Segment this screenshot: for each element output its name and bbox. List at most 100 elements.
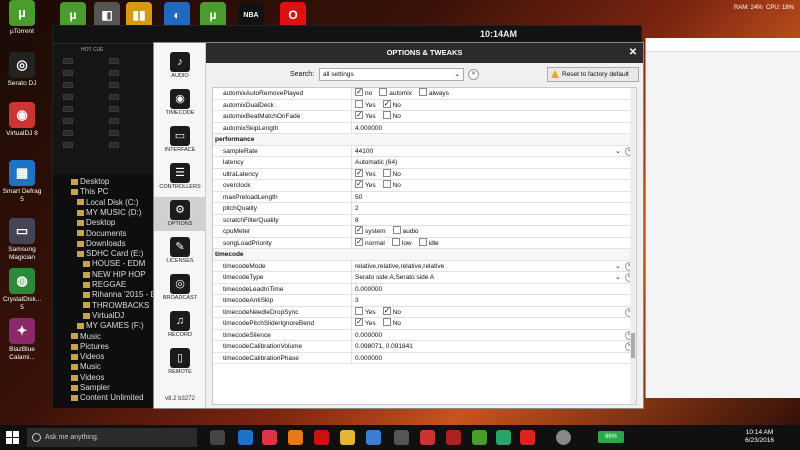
setting-value[interactable]: Serato side A,Serato side A	[355, 272, 434, 283]
checkbox[interactable]	[379, 88, 388, 96]
folder-item[interactable]: Content Unlimited	[71, 392, 144, 403]
hot-cue-pad[interactable]	[63, 142, 73, 148]
setting-value[interactable]: Automatic (64)	[355, 157, 397, 168]
sidebar-item-remote[interactable]: ▯ REMOTE	[154, 345, 206, 379]
setting-row[interactable]: scratchFilterQuality 8	[213, 214, 636, 226]
desktop-icon[interactable]: ◍ CrystalDisk... 5	[2, 268, 42, 312]
setting-row[interactable]: timecodeMode relative,relative,relative,r…	[213, 260, 636, 272]
desktop-icon[interactable]: ▭ Samsung Magician	[2, 218, 42, 262]
setting-row[interactable]: timecodeType Serato side A,Serato side A ⌄…	[213, 272, 636, 284]
sidebar-item-licenses[interactable]: ✎ LICENSES	[154, 234, 206, 268]
reset-factory-button[interactable]: Reset to factory default	[547, 67, 639, 82]
setting-row[interactable]: overclock Yes No	[213, 178, 636, 192]
setting-value[interactable]: 3	[355, 295, 359, 306]
firefox-icon[interactable]	[288, 430, 303, 445]
settings-scrollbar[interactable]	[630, 88, 636, 404]
sidebar-item-interface[interactable]: ▭ INTERFACE	[154, 123, 206, 157]
scroll-thumb[interactable]	[631, 333, 635, 358]
chevron-down-icon[interactable]: ⌄	[615, 272, 621, 283]
hot-cue-pad[interactable]	[63, 106, 73, 112]
cortana-search[interactable]: Ask me anything.	[27, 428, 197, 447]
checkbox[interactable]	[355, 99, 363, 108]
setting-value[interactable]: 50	[355, 192, 362, 203]
setting-row[interactable]: sampleRate44100⌄✕	[213, 145, 636, 157]
sidebar-item-options[interactable]: ⚙ OPTIONS	[154, 197, 206, 231]
setting-value[interactable]: 8	[355, 215, 359, 226]
setting-row[interactable]: automixDualDeck Yes No	[213, 98, 636, 111]
search-select[interactable]: all settings ⌄	[319, 68, 464, 81]
setting-value[interactable]: Yes No	[355, 109, 408, 122]
hot-cue-pad[interactable]	[109, 130, 119, 136]
sidebar-item-controllers[interactable]: ☰ CONTROLLERS	[154, 160, 206, 194]
setting-value[interactable]: Yes No	[355, 98, 408, 111]
checkbox[interactable]	[355, 178, 363, 189]
setting-row[interactable]: automixBeatMatchOnFade Yes No	[213, 109, 636, 123]
setting-row[interactable]: cpuMeter system audio	[213, 224, 636, 238]
hot-cue-pad[interactable]	[63, 94, 73, 100]
setting-value[interactable]: relative,relative,relative,relative	[355, 261, 444, 272]
checkbox[interactable]	[418, 237, 427, 246]
hot-cue-pad[interactable]	[63, 118, 73, 124]
setting-value[interactable]: system audio	[355, 224, 426, 237]
setting-value[interactable]: 0.000000	[355, 284, 382, 295]
edge-icon[interactable]	[238, 430, 253, 445]
serato-icon[interactable]	[520, 430, 535, 445]
taskview-icon[interactable]	[210, 430, 225, 445]
hot-cue-pad[interactable]	[109, 118, 119, 124]
plus-app-icon[interactable]	[496, 430, 511, 445]
checkbox[interactable]	[419, 88, 427, 96]
checkbox[interactable]	[355, 109, 363, 120]
checkbox[interactable]	[382, 98, 391, 109]
setting-row[interactable]: automixSkipLength 4.000000	[213, 122, 636, 134]
setting-row[interactable]: latency Automatic (64)	[213, 157, 636, 169]
store-icon[interactable]	[366, 430, 381, 445]
desktop-icon[interactable]: µ µTorrent	[2, 0, 42, 36]
setting-row[interactable]: timecodeLeadInTime 0.000000	[213, 283, 636, 295]
hot-cue-pad[interactable]	[63, 70, 73, 76]
hot-cue-pad[interactable]	[63, 130, 73, 136]
opera-icon[interactable]	[314, 430, 329, 445]
desktop-icon[interactable]: ◎ Serato DJ	[2, 52, 42, 88]
checkbox[interactable]	[355, 167, 363, 178]
sidebar-item-record[interactable]: ♫ RECORD	[154, 308, 206, 342]
setting-value[interactable]: 44100	[355, 146, 373, 157]
checkbox[interactable]	[355, 88, 363, 97]
bars-icon[interactable]	[420, 430, 435, 445]
checkbox[interactable]	[355, 224, 363, 235]
checkbox[interactable]	[382, 180, 391, 188]
hot-cue-pad[interactable]	[109, 106, 119, 112]
hot-cue-pad[interactable]	[109, 58, 119, 64]
close-icon[interactable]: ✕	[627, 47, 639, 59]
hot-cue-pad[interactable]	[109, 94, 119, 100]
checkbox[interactable]	[382, 318, 391, 326]
hot-cue-pad[interactable]	[63, 58, 73, 64]
desktop-icon[interactable]: ◉ VirtualDJ 8	[2, 102, 42, 138]
setting-row[interactable]: songLoadPriority normal low idle	[213, 236, 636, 249]
chrome-icon[interactable]	[262, 430, 277, 445]
sidebar-item-timecode[interactable]: ◉ TIMECODE	[154, 86, 206, 120]
checkbox[interactable]	[382, 111, 391, 119]
setting-row[interactable]: automixAutoRemovePlayed no automix always	[213, 88, 636, 100]
setting-row[interactable]: ultraLatency Yes No	[213, 167, 636, 180]
file-explorer-icon[interactable]	[340, 430, 355, 445]
search-clear-icon[interactable]: ✕	[468, 69, 479, 80]
start-button[interactable]	[6, 431, 19, 444]
checkbox[interactable]	[355, 316, 363, 327]
checkbox[interactable]	[382, 305, 391, 316]
setting-value[interactable]: Yes No	[355, 316, 408, 329]
hot-cue-pad[interactable]	[63, 82, 73, 88]
checkbox[interactable]	[355, 236, 363, 247]
setting-value[interactable]: 0.098071, 0.091841	[355, 341, 413, 352]
sidebar-item-audio[interactable]: ♪ AUDIO	[154, 49, 206, 83]
desktop-icon[interactable]: ✦ BlazBlue Calami...	[2, 318, 42, 362]
setting-value[interactable]: no automix always	[355, 88, 456, 99]
utorrent-icon[interactable]	[472, 430, 487, 445]
app-icon[interactable]	[394, 430, 409, 445]
hot-cue-pad[interactable]	[109, 70, 119, 76]
setting-row[interactable]: maxPreloadLength 50	[213, 191, 636, 203]
setting-value[interactable]: Yes No	[355, 178, 408, 191]
desktop-icon[interactable]: ▦ Smart Defrag 5	[2, 160, 42, 204]
ball-icon[interactable]	[556, 430, 571, 445]
setting-row[interactable]: timecodeCalibrationVolume 0.098071, 0.091…	[213, 341, 636, 353]
hot-cue-pad[interactable]	[109, 142, 119, 148]
